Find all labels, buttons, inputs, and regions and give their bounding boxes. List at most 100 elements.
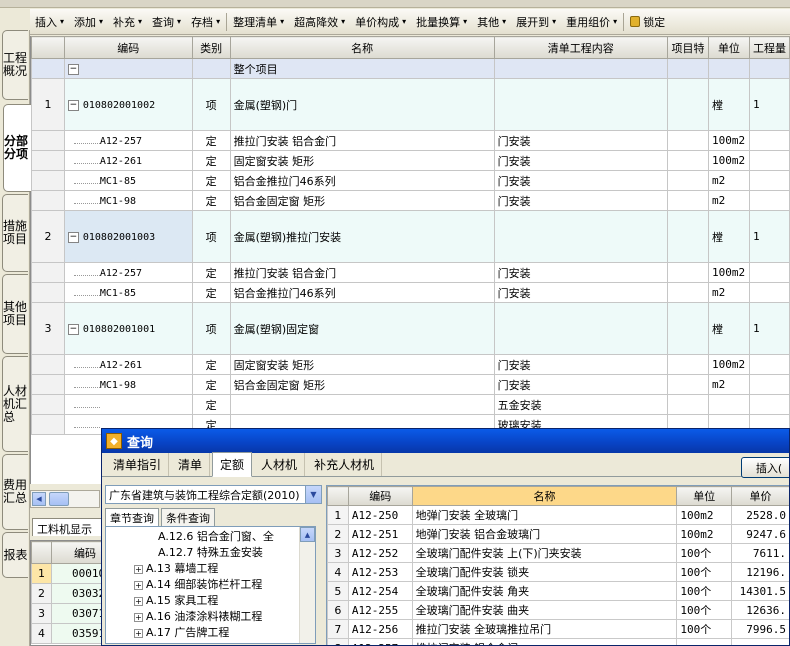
quota-code[interactable]: A12-254 xyxy=(347,581,413,601)
table-row[interactable]: 6 A12-255 全玻璃门配件安装 曲夹 100个 12636. xyxy=(327,600,789,620)
quota-code[interactable]: A12-250 xyxy=(347,505,413,525)
row-number[interactable] xyxy=(31,414,65,435)
name-cell[interactable]: 金属(塑钢)固定窗 xyxy=(229,302,495,355)
row-number[interactable]: 7 xyxy=(327,619,349,639)
dialog-tab-1[interactable]: 清单 xyxy=(171,453,211,476)
row-number[interactable]: 1 xyxy=(327,505,349,525)
name-cell[interactable]: 铝合金固定窗 矩形 xyxy=(229,374,495,395)
tab-material-display[interactable]: 工料机显示 xyxy=(32,518,102,536)
table-row[interactable]: 2 03032 xyxy=(31,583,101,604)
toolbar-item-0[interactable]: 插入 ▾ xyxy=(30,11,69,33)
toolbar-item-12[interactable]: 锁定 xyxy=(625,11,673,33)
type-cell[interactable]: 项 xyxy=(191,302,231,355)
feature-cell[interactable] xyxy=(666,262,709,283)
quota-price[interactable]: 12196. xyxy=(731,562,789,582)
quota-price[interactable] xyxy=(731,638,789,645)
content-cell[interactable] xyxy=(493,302,668,355)
name-cell[interactable] xyxy=(229,394,495,415)
material-code[interactable]: 03591 xyxy=(51,623,101,644)
type-cell[interactable]: 项 xyxy=(191,210,231,263)
expand-icon[interactable]: + xyxy=(134,596,143,606)
row-number[interactable] xyxy=(31,262,65,283)
type-cell[interactable]: 项 xyxy=(191,78,231,131)
dialog-tab-2[interactable]: 定额 xyxy=(212,452,253,477)
quota-row[interactable]: MC1-85 定铝合金推拉门46系列 门安装 m2 xyxy=(31,282,790,303)
quota-row[interactable]: A12-257 定推拉门安装 铝合金门 门安装 100m2 xyxy=(31,262,790,283)
quota-code[interactable]: A12-257 xyxy=(347,638,413,645)
table-row[interactable]: 2 A12-251 地弹门安装 铝合金玻璃门 100m2 9247.6 xyxy=(327,524,789,544)
tree-node[interactable]: + A.14 细部装饰栏杆工程 xyxy=(134,577,262,593)
unit-cell[interactable]: m2 xyxy=(707,282,750,303)
content-cell[interactable]: 门安装 xyxy=(493,170,668,191)
row-number[interactable]: 8 xyxy=(327,638,349,645)
name-cell[interactable]: 铝合金推拉门46系列 xyxy=(229,170,495,191)
type-cell[interactable]: 定 xyxy=(191,130,231,151)
row-number[interactable] xyxy=(31,374,65,395)
horizontal-scrollbar[interactable]: ◀ xyxy=(30,490,100,508)
type-cell[interactable]: 定 xyxy=(191,354,231,375)
unit-cell[interactable]: m2 xyxy=(707,374,750,395)
quota-unit[interactable]: 100个 xyxy=(676,600,733,620)
feature-cell[interactable] xyxy=(666,394,709,415)
toolbar-item-9[interactable]: 其他 ▾ xyxy=(472,11,511,33)
feature-cell[interactable] xyxy=(666,282,709,303)
collapse-icon[interactable]: − xyxy=(67,231,79,243)
type-cell[interactable]: 定 xyxy=(191,262,231,283)
tree-node[interactable]: + A.16 油漆涂料裱糊工程 xyxy=(134,609,262,625)
row-number[interactable] xyxy=(31,394,65,415)
quota-name[interactable]: 地弹门安装 铝合金玻璃门 xyxy=(411,524,678,544)
row-number[interactable]: 6 xyxy=(327,600,349,620)
summary-row[interactable]: − 整个项目 xyxy=(31,58,790,79)
table-row[interactable]: 3 03071 xyxy=(31,603,101,624)
code-cell[interactable] xyxy=(63,394,193,415)
unit-cell[interactable]: m2 xyxy=(707,170,750,191)
side-tab-2[interactable]: 措施项目 xyxy=(2,194,28,272)
quota-price[interactable]: 12636. xyxy=(731,600,789,620)
quota-unit[interactable]: 100m2 xyxy=(676,524,733,544)
table-row[interactable]: 7 A12-256 推拉门安装 全玻璃推拉吊门 100个 7996.5 xyxy=(327,619,789,639)
feature-cell[interactable] xyxy=(666,210,709,263)
type-cell[interactable]: 定 xyxy=(191,394,231,415)
feature-cell[interactable] xyxy=(666,170,709,191)
col-header-type[interactable]: 类别 xyxy=(191,36,231,59)
row-number[interactable]: 4 xyxy=(327,562,349,582)
feature-cell[interactable] xyxy=(666,150,709,171)
dialog-tab-3[interactable]: 人材机 xyxy=(254,453,306,476)
quota-name[interactable]: 全玻璃门配件安装 锁夹 xyxy=(411,562,678,582)
table-row[interactable]: 4 A12-253 全玻璃门配件安装 锁夹 100个 12196. xyxy=(327,562,789,582)
name-cell[interactable]: 推拉门安装 铝合金门 xyxy=(229,262,495,283)
toolbar-item-7[interactable]: 单价构成 ▾ xyxy=(350,11,411,33)
row-number[interactable] xyxy=(31,282,65,303)
quota-price[interactable]: 2528.0 xyxy=(731,505,789,525)
code-cell[interactable]: −010802001001 xyxy=(63,302,193,355)
code-cell[interactable]: A12-261 xyxy=(63,354,193,375)
row-number[interactable]: 3 xyxy=(327,543,349,563)
feature-cell[interactable] xyxy=(666,302,709,355)
row-number[interactable] xyxy=(31,170,65,191)
material-code[interactable]: 03071 xyxy=(51,603,101,624)
col-header-name[interactable]: 名称 xyxy=(229,36,495,59)
code-cell[interactable]: A12-257 xyxy=(63,130,193,151)
code-cell[interactable]: MC1-85 xyxy=(63,170,193,191)
quota-row[interactable]: MC1-98 定铝合金固定窗 矩形 门安装 m2 xyxy=(31,190,790,211)
quota-row[interactable]: A12-261 定固定窗安装 矩形 门安装 100m2 xyxy=(31,150,790,171)
unit-cell[interactable]: m2 xyxy=(707,190,750,211)
qty-cell[interactable] xyxy=(748,190,790,211)
col-header-feature[interactable]: 项目特 xyxy=(666,36,709,59)
tree-node[interactable]: + A.17 广告牌工程 xyxy=(134,625,229,641)
tab-chapter-query[interactable]: 章节查询 xyxy=(105,508,159,526)
dialog-tab-4[interactable]: 补充人材机 xyxy=(307,453,383,476)
content-cell[interactable] xyxy=(493,210,668,263)
content-cell[interactable]: 门安装 xyxy=(493,190,668,211)
content-cell[interactable]: 门安装 xyxy=(493,374,668,395)
side-tab-1[interactable]: 分部分项 xyxy=(3,104,31,192)
quota-unit[interactable]: 100个 xyxy=(676,581,733,601)
name-cell[interactable]: 铝合金固定窗 矩形 xyxy=(229,190,495,211)
quota-code[interactable]: A12-251 xyxy=(347,524,413,544)
type-cell[interactable]: 定 xyxy=(191,374,231,395)
quota-row[interactable]: 定 五金安装 xyxy=(31,394,790,415)
toolbar-item-10[interactable]: 展开到 ▾ xyxy=(511,11,561,33)
code-cell[interactable]: MC1-85 xyxy=(63,282,193,303)
feature-cell[interactable] xyxy=(666,78,709,131)
qty-cell[interactable]: 1 xyxy=(748,210,790,263)
